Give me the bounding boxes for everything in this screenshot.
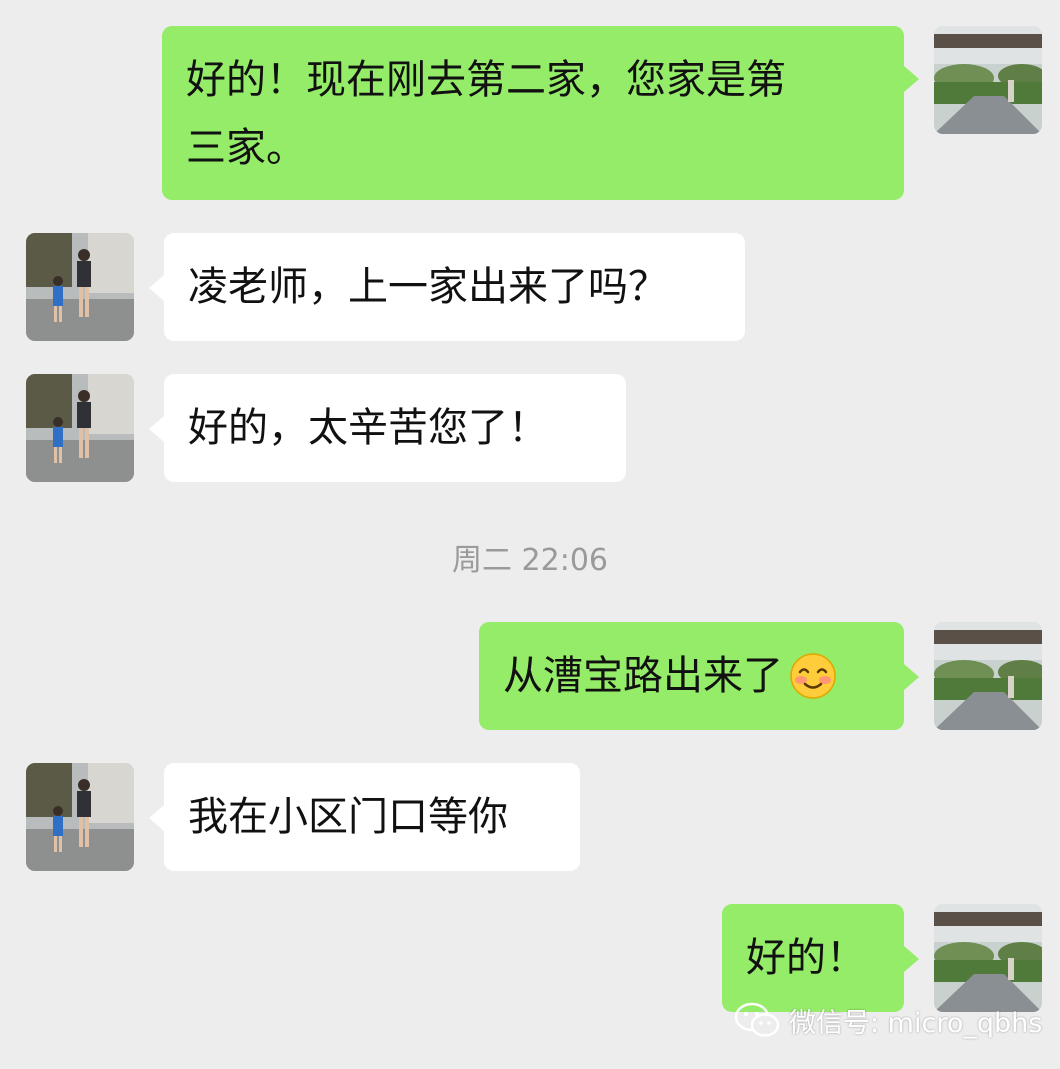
message-bubble-incoming[interactable]: 凌老师，上一家出来了吗？ [164,233,745,341]
message-bubble-outgoing[interactable]: 从漕宝路出来了 [479,622,904,730]
smiling-blush-emoji [790,653,836,699]
message-text-line: 三家。 [186,125,306,171]
bubble-tail [149,805,164,831]
landscape-photo-avatar [934,904,1042,1012]
family-walking-photo-avatar [26,763,134,871]
contact-avatar[interactable] [26,374,134,482]
family-walking-photo-avatar [26,374,134,482]
contact-avatar[interactable] [26,763,134,871]
bubble-tail [149,275,164,301]
message-text-line: 好的！现在刚去第二家，您家是第 [186,57,786,103]
wechat-icon [734,1002,780,1037]
self-avatar[interactable] [934,26,1042,134]
watermark-text: 微信号: micro_qbhs [789,1007,1043,1039]
message-bubble-outgoing[interactable]: 好的！ [722,904,904,1012]
family-walking-photo-avatar [26,233,134,341]
bubble-tail [149,416,164,442]
message-text: 凌老师，上一家出来了吗？ [188,264,668,310]
message-text: 好的，太辛苦您了！ [188,405,548,451]
message-bubble-incoming[interactable]: 好的，太辛苦您了！ [164,374,626,482]
landscape-photo-avatar [934,26,1042,134]
bubble-tail [904,946,919,972]
message-bubble-incoming[interactable]: 我在小区门口等你 [164,763,580,871]
message-text: 从漕宝路出来了 [503,653,783,699]
self-avatar[interactable] [934,904,1042,1012]
message-text: 好的！ [746,935,866,981]
bubble-tail [904,66,919,92]
message-text: 我在小区门口等你 [188,794,508,840]
landscape-photo-avatar [934,622,1042,730]
chat-timestamp: 周二 22:06 [452,543,608,578]
contact-avatar[interactable] [26,233,134,341]
message-bubble-outgoing[interactable]: 好的！现在刚去第二家，您家是第 三家。 [162,26,904,200]
watermark: 微信号: micro_qbhs [733,1000,1042,1040]
bubble-tail [904,664,919,690]
self-avatar[interactable] [934,622,1042,730]
